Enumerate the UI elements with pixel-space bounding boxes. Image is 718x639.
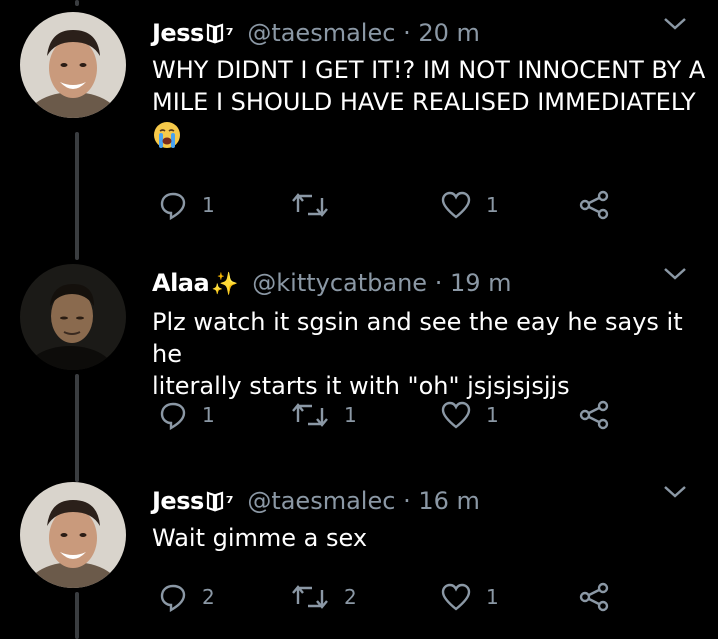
- share-icon: [579, 190, 609, 220]
- avatar[interactable]: [20, 264, 126, 370]
- share-button[interactable]: [578, 580, 610, 614]
- handle[interactable]: @taesmalec: [247, 487, 395, 515]
- reply-button[interactable]: 1: [158, 188, 215, 222]
- tweet-header: Jess ⁷ @taesmalec · 16 m: [152, 486, 480, 519]
- book-icon: [206, 491, 223, 512]
- chevron-down-icon[interactable]: [662, 16, 688, 36]
- tweet-text-line: Wait gimme a sex: [152, 524, 368, 552]
- name-badge: ⁷: [225, 493, 234, 514]
- reply-count: 1: [202, 403, 215, 427]
- reply-count: 1: [202, 193, 215, 217]
- share-icon: [579, 582, 609, 612]
- chevron-down-icon[interactable]: [662, 484, 688, 504]
- retweet-icon: [292, 193, 328, 217]
- reply-icon: [160, 584, 186, 612]
- handle[interactable]: @taesmalec: [247, 19, 395, 47]
- share-button[interactable]: [578, 398, 610, 432]
- reply-icon: [160, 192, 186, 220]
- tweet[interactable]: Jess ⁷ @taesmalec · 20 m WHY DIDNT I GET …: [0, 10, 718, 240]
- like-button[interactable]: 1: [440, 398, 499, 432]
- display-name[interactable]: Alaa: [152, 269, 210, 297]
- handle[interactable]: @kittycatbane: [252, 269, 427, 297]
- reply-button[interactable]: 2: [158, 580, 215, 614]
- tweet-text: WHY DIDNT I GET IT!? IM NOT INNOCENT BY …: [152, 54, 705, 158]
- retweet-icon: [292, 403, 328, 427]
- thread-line-top: [75, 0, 79, 6]
- retweet-icon: [292, 585, 328, 609]
- separator-dot: ·: [403, 19, 411, 47]
- tweet[interactable]: Alaa✨ @kittycatbane · 19 m Plz watch it …: [0, 260, 718, 460]
- display-name-emoji: ✨: [211, 272, 239, 297]
- heart-icon: [441, 401, 471, 429]
- reply-count: 2: [202, 585, 215, 609]
- tweet[interactable]: Jess ⁷ @taesmalec · 16 m Wait gimme a sex…: [0, 478, 718, 639]
- retweet-count: 1: [344, 403, 357, 427]
- reply-button[interactable]: 1: [158, 398, 215, 432]
- tweet-text-line: MILE I SHOULD HAVE REALISED IMMEDIATELY: [152, 88, 696, 116]
- crying-face-emoji-icon: [154, 122, 180, 148]
- avatar[interactable]: [20, 482, 126, 588]
- tweet-header: Alaa✨ @kittycatbane · 19 m: [152, 268, 512, 300]
- book-icon: [206, 23, 223, 44]
- chevron-down-icon[interactable]: [662, 266, 688, 286]
- retweet-button[interactable]: 1: [290, 398, 357, 432]
- avatar[interactable]: [20, 12, 126, 118]
- like-button[interactable]: 1: [440, 188, 499, 222]
- like-button[interactable]: 1: [440, 580, 499, 614]
- timestamp[interactable]: 16 m: [418, 487, 480, 515]
- timestamp[interactable]: 19 m: [450, 269, 512, 297]
- heart-icon: [441, 583, 471, 611]
- retweet-count: 2: [344, 585, 357, 609]
- display-name[interactable]: Jess: [152, 487, 204, 515]
- display-name[interactable]: Jess: [152, 19, 204, 47]
- like-count: 1: [486, 585, 499, 609]
- tweet-actions: 1 1 1: [152, 398, 622, 432]
- tweet-text: Plz watch it sgsin and see the eay he sa…: [152, 306, 718, 402]
- retweet-button[interactable]: [290, 188, 344, 222]
- like-count: 1: [486, 193, 499, 217]
- retweet-button[interactable]: 2: [290, 580, 357, 614]
- tweet-actions: 2 2 1: [152, 580, 622, 614]
- separator-dot: ·: [434, 269, 443, 297]
- share-icon: [579, 400, 609, 430]
- tweet-text: Wait gimme a sex: [152, 522, 367, 554]
- reply-icon: [160, 402, 186, 430]
- like-count: 1: [486, 403, 499, 427]
- heart-icon: [441, 191, 471, 219]
- tweet-text-line: WHY DIDNT I GET IT!? IM NOT INNOCENT BY …: [152, 56, 706, 84]
- tweet-header: Jess ⁷ @taesmalec · 20 m: [152, 18, 480, 51]
- separator-dot: ·: [403, 487, 411, 515]
- share-button[interactable]: [578, 188, 610, 222]
- timestamp[interactable]: 20 m: [418, 19, 480, 47]
- name-badge: ⁷: [225, 25, 234, 46]
- tweet-actions: 1 1: [152, 188, 622, 222]
- tweet-text-line: Plz watch it sgsin and see the eay he sa…: [152, 308, 683, 368]
